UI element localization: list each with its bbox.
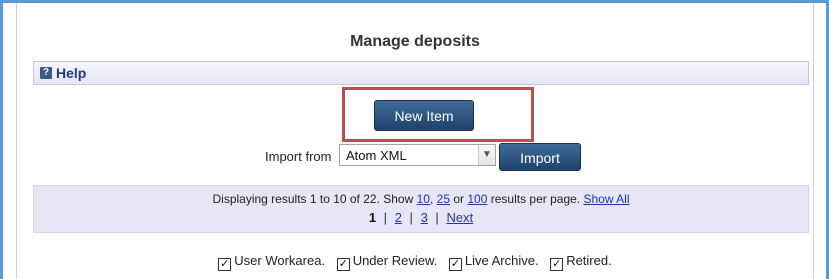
checkbox-icon[interactable]: ✓ bbox=[336, 258, 350, 271]
help-label[interactable]: Help bbox=[56, 65, 86, 81]
results-summary-prefix: Displaying results 1 to 10 of 22. Show bbox=[212, 192, 414, 206]
page-size-10-link[interactable]: 10 bbox=[417, 192, 430, 206]
comma-separator: , bbox=[429, 192, 437, 206]
page-size-25-link[interactable]: 25 bbox=[437, 192, 450, 206]
page-size-100-link[interactable]: 100 bbox=[467, 192, 487, 206]
results-summary: Displaying results 1 to 10 of 22. Show 1… bbox=[34, 192, 808, 206]
pagination: 1 | 2 | 3 | Next bbox=[34, 210, 808, 225]
import-button[interactable]: Import bbox=[499, 143, 581, 171]
checkbox-icon[interactable]: ✓ bbox=[550, 258, 564, 271]
page-separator: | bbox=[409, 210, 413, 225]
import-format-select[interactable]: Atom XML ▼ bbox=[339, 144, 496, 166]
next-page-link[interactable]: Next bbox=[446, 210, 473, 225]
filter-label: Under Review. bbox=[352, 253, 438, 268]
page-separator: | bbox=[383, 210, 388, 225]
page-content: Manage deposits ? Help New Item Import f… bbox=[16, 3, 814, 279]
filter-label: Retired. bbox=[566, 253, 612, 268]
checkbox-icon[interactable]: ✓ bbox=[448, 258, 462, 271]
filter-label: User Workarea. bbox=[234, 253, 326, 268]
page-2-link[interactable]: 2 bbox=[395, 210, 402, 225]
status-filters: ✓ User Workarea. ✓ Under Review. ✓ Live Arc… bbox=[17, 253, 813, 271]
import-format-value: Atom XML bbox=[346, 148, 407, 163]
page-3-link[interactable]: 3 bbox=[421, 210, 428, 225]
checkbox-icon[interactable]: ✓ bbox=[218, 258, 232, 271]
current-page: 1 bbox=[368, 210, 377, 225]
help-icon[interactable]: ? bbox=[40, 67, 52, 79]
filter-under-review[interactable]: ✓ Under Review. bbox=[336, 253, 438, 271]
chevron-down-icon[interactable]: ▼ bbox=[478, 145, 495, 165]
filter-label: Live Archive. bbox=[464, 253, 539, 268]
filter-live-archive[interactable]: ✓ Live Archive. bbox=[448, 253, 539, 271]
filter-user-workarea[interactable]: ✓ User Workarea. bbox=[218, 253, 325, 271]
show-all-link[interactable]: Show All bbox=[583, 192, 629, 206]
new-item-button[interactable]: New Item bbox=[374, 100, 474, 131]
page-title: Manage deposits bbox=[350, 33, 480, 50]
import-from-label: Import from bbox=[265, 149, 332, 164]
page-separator: | bbox=[435, 210, 439, 225]
window-frame-left bbox=[0, 0, 3, 279]
results-summary-suffix: results per page. bbox=[490, 192, 581, 206]
filter-retired[interactable]: ✓ Retired. bbox=[550, 253, 612, 271]
or-text: or bbox=[453, 192, 465, 206]
help-bar[interactable]: ? Help bbox=[33, 61, 809, 85]
results-bar: Displaying results 1 to 10 of 22. Show 1… bbox=[33, 185, 809, 233]
